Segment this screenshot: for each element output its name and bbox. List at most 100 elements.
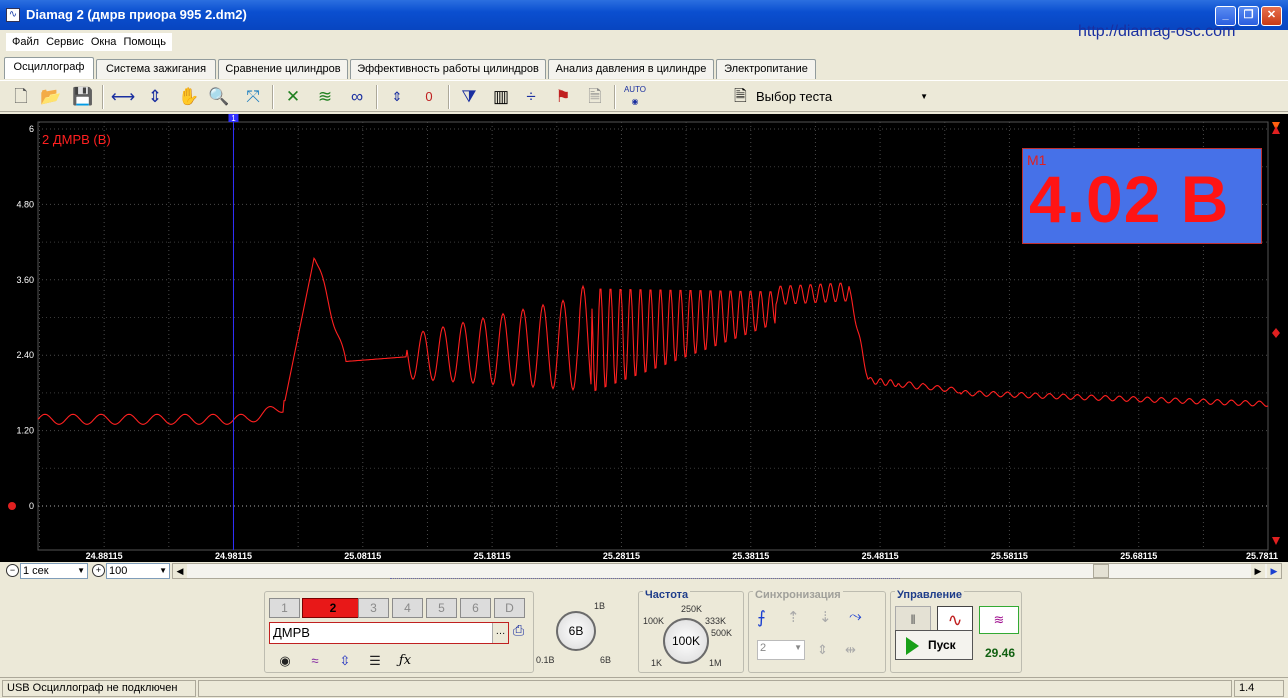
wave-filter-icon[interactable]: ≈ xyxy=(303,650,327,672)
zoom-magnifier-icon[interactable]: 🔍 xyxy=(206,84,232,110)
save-disk-icon[interactable]: 💾 xyxy=(70,84,96,110)
start-button[interactable]: Пуск xyxy=(895,630,973,660)
control-title: Управление xyxy=(895,589,965,601)
auto-scale-icon[interactable]: ⇕ xyxy=(384,84,410,110)
toolbar: 🗋 📂 💾 ⟷ ⇕ ✋ 🔍 ⤧ ✕ ≋ ∞ ⇕ 0 ⧩ ▥ ÷ ⚑ 🗎 AUTO… xyxy=(0,80,1288,112)
scroll-up-marker xyxy=(1272,126,1280,134)
chevron-down-icon: ▼ xyxy=(77,566,85,575)
x-tick-label: 25.28115 xyxy=(603,551,640,561)
eye-visibility-icon[interactable]: ◉ xyxy=(273,650,297,672)
scroll-down-marker xyxy=(1272,537,1280,545)
tab-cylinder-efficiency[interactable]: Эффективность работы цилиндров xyxy=(350,59,546,79)
range-knob-area: 6В 1В 0.1В 6В xyxy=(536,601,612,665)
scroll-left-icon[interactable]: ◀ xyxy=(173,564,187,578)
status-spacer xyxy=(198,680,1232,697)
horizontal-stretch-icon[interactable]: ⟷ xyxy=(110,84,136,110)
split-arrows-icon[interactable]: ÷ xyxy=(518,84,544,110)
sync-title: Синхронизация xyxy=(753,589,843,601)
panel-splitter[interactable] xyxy=(390,578,900,584)
cross-waves-icon[interactable]: ✕ xyxy=(280,84,306,110)
timebase-select[interactable]: 1 сек ▼ xyxy=(20,563,88,579)
site-url-link[interactable]: http://diamag-osc.com xyxy=(1078,23,1235,41)
zoom-select[interactable]: 100 ▼ xyxy=(106,563,170,579)
sync-cursor-icon[interactable]: ⤳ xyxy=(849,608,862,626)
scroll-right-icon[interactable]: ▶ xyxy=(1251,564,1265,578)
cursor-tag-label: 1 xyxy=(231,114,236,123)
channel-settings-icon[interactable]: ⎙ xyxy=(513,622,524,639)
sync-up-icon[interactable]: ⇡ xyxy=(787,608,800,626)
channel-4-button[interactable]: 4 xyxy=(392,598,423,618)
menu-windows[interactable]: Окна xyxy=(89,33,119,51)
status-bar: USB Осциллограф не подключен 1.4 xyxy=(0,677,1288,698)
marker-readout-box[interactable]: M1 4.02 В xyxy=(1022,148,1262,244)
vertical-stretch-icon[interactable]: ⇕ xyxy=(142,84,168,110)
sync-level-icon[interactable]: ⇕ xyxy=(817,642,828,658)
chevron-down-icon: ▼ xyxy=(794,643,802,652)
tab-power-supply[interactable]: Электропитание xyxy=(716,59,816,79)
channel-1-button[interactable]: 1 xyxy=(269,598,300,618)
zoom-out-icon[interactable]: − xyxy=(6,564,19,577)
x-tick-label: 25.18115 xyxy=(474,551,511,561)
horizontal-scrollbar[interactable]: ◀ ▶ ▶ xyxy=(172,563,1282,579)
sync-shift-icon[interactable]: ⇹ xyxy=(845,642,856,658)
channel-3-button[interactable]: 3 xyxy=(358,598,389,618)
y-tick-label: 4.80 xyxy=(16,199,34,209)
table-columns-icon[interactable]: ▥ xyxy=(488,84,514,110)
y-axis-ticks: 6 4.80 3.60 2.40 1.20 0 xyxy=(16,124,34,511)
sync-rising-icon[interactable]: ⨍ xyxy=(757,608,766,628)
tab-oscilloscope[interactable]: Осциллограф xyxy=(4,57,94,79)
channel-2-button[interactable]: 2 xyxy=(302,598,364,618)
sync-channel-select[interactable]: 2 ▼ xyxy=(757,640,805,660)
channel-5-button[interactable]: 5 xyxy=(426,598,457,618)
auto-gauge-icon[interactable]: AUTO ◉ xyxy=(622,84,648,110)
maximize-button[interactable]: ❐ xyxy=(1238,6,1259,26)
new-file-icon[interactable]: 🗋 xyxy=(8,84,34,110)
x-tick-label: 25.68115 xyxy=(1120,551,1157,561)
range-knob[interactable]: 6В xyxy=(556,611,596,651)
multi-wave-icon[interactable]: ≋ xyxy=(312,84,338,110)
level-marker-right xyxy=(1272,328,1280,338)
tab-pressure-analysis[interactable]: Анализ давления в цилиндре xyxy=(548,59,714,79)
zero-marker-left xyxy=(8,502,16,510)
function-fx-icon[interactable]: ƒx xyxy=(393,650,417,672)
hand-pan-icon[interactable]: ✋ xyxy=(176,84,202,110)
fit-view-icon[interactable]: ⤧ xyxy=(240,84,266,110)
scrollbar-thumb[interactable] xyxy=(1093,564,1109,578)
frequency-knob[interactable]: 100K xyxy=(663,618,709,664)
close-button[interactable]: ✕ xyxy=(1261,6,1282,26)
x-tick-label: 25.48115 xyxy=(862,551,899,561)
tab-cylinder-compare[interactable]: Сравнение цилиндров xyxy=(218,59,348,79)
zero-level-icon[interactable]: 0 xyxy=(416,84,442,110)
y-tick-label: 6 xyxy=(29,124,34,134)
status-message: USB Осциллограф не подключен xyxy=(2,680,196,697)
menu-help[interactable]: Помощь xyxy=(121,33,168,51)
marker-value: 4.02 В xyxy=(1029,162,1230,236)
channel-d-button[interactable]: D xyxy=(494,598,525,618)
overlap-wave-icon[interactable]: ∞ xyxy=(344,84,370,110)
dashed-lines-icon[interactable]: ☰ xyxy=(363,650,387,672)
x-axis-ticks: 24.88115 24.98115 25.08115 25.18115 25.28115… xyxy=(86,551,1278,561)
y-tick-label: 3.60 xyxy=(16,275,34,285)
channel-name-field[interactable]: ДМРВ… xyxy=(269,622,509,644)
menu-file[interactable]: Файл xyxy=(10,33,41,51)
sync-down-icon[interactable]: ⇣ xyxy=(819,608,832,626)
multi-wave-mode-button[interactable]: ≋ xyxy=(979,606,1019,634)
invert-arrows-icon[interactable]: ⇳ xyxy=(333,650,357,672)
flag-marker-icon[interactable]: ⚑ xyxy=(550,84,576,110)
channel-6-button[interactable]: 6 xyxy=(460,598,491,618)
browse-button[interactable]: … xyxy=(492,623,508,643)
zoom-in-icon[interactable]: + xyxy=(92,564,105,577)
chevron-down-icon: ▼ xyxy=(920,92,928,101)
oscilloscope-panel[interactable]: 6 4.80 3.60 2.40 1.20 0 24.88115 24.98115 25.08… xyxy=(0,114,1288,562)
filter-icon[interactable]: ⧩ xyxy=(456,84,482,110)
channel-group: 1 2 3 4 5 6 D ДМРВ… ⎙ ◉ ≈ ⇳ ☰ ƒx xyxy=(264,591,534,673)
x-tick-label: 24.98115 xyxy=(215,551,252,561)
x-tick-label: 25.58115 xyxy=(991,551,1028,561)
open-folder-icon[interactable]: 📂 xyxy=(38,84,64,110)
test-select-dropdown[interactable]: 🗎 Выбор теста ▼ xyxy=(734,85,934,109)
menu-service[interactable]: Сервис xyxy=(44,33,86,51)
timebase-row: − 1 сек ▼ + 100 ▼ ◀ ▶ ▶ xyxy=(0,562,1288,579)
tab-ignition[interactable]: Система зажигания xyxy=(96,59,216,79)
scroll-end-icon[interactable]: ▶ xyxy=(1267,564,1281,578)
document-icon[interactable]: 🗎 xyxy=(582,84,608,110)
